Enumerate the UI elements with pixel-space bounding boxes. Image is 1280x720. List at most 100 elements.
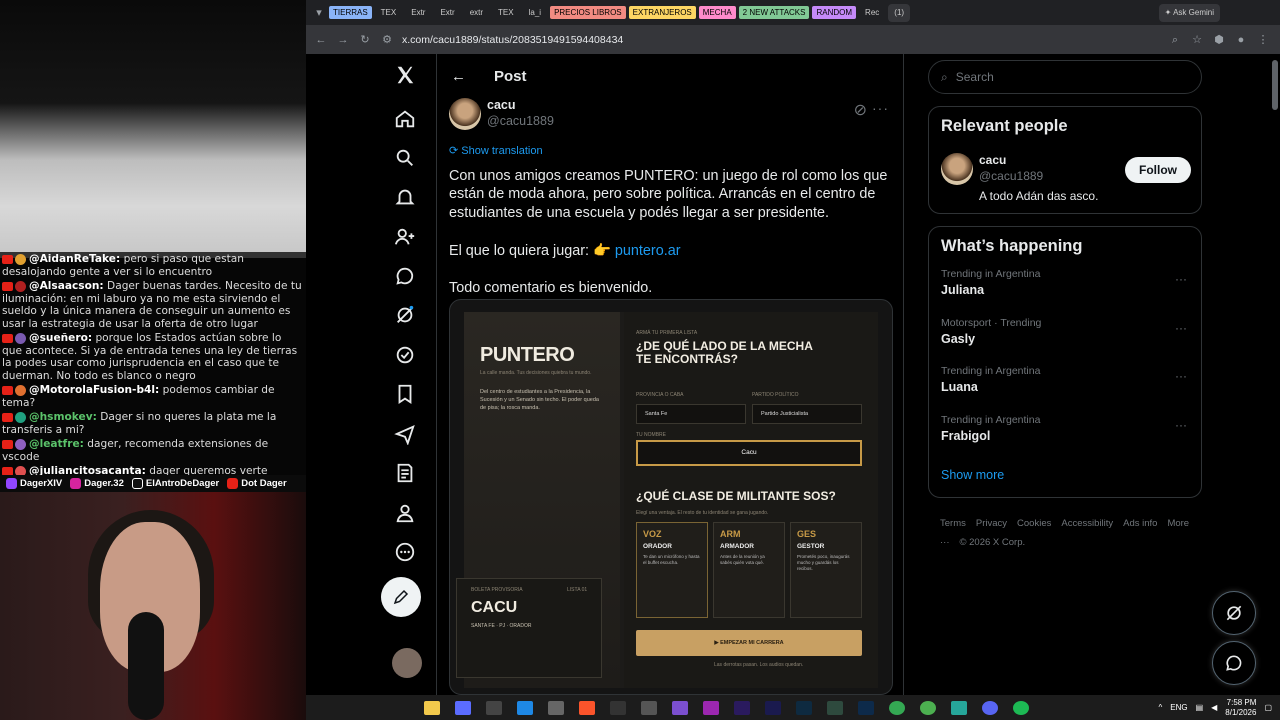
back-arrow-icon[interactable]: ←	[451, 68, 466, 85]
footer-link[interactable]: Cookies	[1017, 518, 1051, 529]
show-more-link[interactable]: Show more	[929, 458, 1201, 492]
footer-link[interactable]: Privacy	[976, 518, 1007, 529]
tray-chevron-icon[interactable]: ^	[1158, 703, 1162, 712]
app-icon[interactable]	[641, 700, 657, 715]
chrome-icon[interactable]	[920, 700, 936, 715]
tab-group-label[interactable]: MECHA	[698, 6, 736, 19]
trend-item[interactable]: Trending in Argentina Juliana ···	[929, 264, 1201, 313]
extension-icon[interactable]: ⬢	[1212, 33, 1226, 47]
footer-link[interactable]: Ads info	[1123, 518, 1157, 529]
messages-fab[interactable]	[1212, 641, 1256, 685]
menu-icon[interactable]: ⋮	[1256, 33, 1270, 47]
verified-icon[interactable]	[392, 342, 418, 368]
grok-fab[interactable]	[1212, 591, 1256, 635]
footer-link[interactable]: © 2026 X Corp.	[960, 537, 1026, 548]
browser-tab[interactable]: Extr	[405, 4, 431, 22]
messages-icon[interactable]	[392, 263, 418, 289]
author-handle[interactable]: @cacu1889	[487, 114, 554, 128]
back-icon[interactable]: ←	[314, 33, 328, 47]
post-image[interactable]: PUNTERO La calle manda. Tus decisiones q…	[449, 299, 893, 695]
notification-icon[interactable]: ▢	[1264, 703, 1272, 712]
url-field[interactable]: x.com/cacu1889/status/208351949159440843…	[402, 34, 623, 46]
home-icon[interactable]	[392, 106, 418, 132]
browser-tab[interactable]: TEX	[375, 4, 403, 22]
follow-button[interactable]: Follow	[1125, 157, 1191, 183]
reload-icon[interactable]: ↻	[358, 33, 372, 47]
tab-group-label[interactable]: RANDOM	[812, 6, 857, 19]
app-icon[interactable]	[703, 700, 719, 715]
trend-more-icon[interactable]: ···	[1175, 369, 1187, 383]
vscode-icon[interactable]	[517, 700, 533, 715]
trend-more-icon[interactable]: ···	[1175, 321, 1187, 335]
spotify-icon[interactable]	[1013, 700, 1029, 715]
browser-tab[interactable]: TEX	[492, 4, 520, 22]
profile-icon[interactable]: ●	[1234, 33, 1248, 47]
tab-group-label[interactable]: TIERRAS	[329, 6, 372, 19]
site-info-icon[interactable]: ⚙	[380, 33, 394, 47]
author-name[interactable]: cacu	[487, 98, 516, 112]
browser-tab[interactable]: Extr	[434, 4, 460, 22]
obs-icon[interactable]	[610, 700, 626, 715]
bookmark-star-icon[interactable]: ☆	[1190, 33, 1204, 47]
relevant-avatar[interactable]	[941, 153, 973, 185]
language-indicator[interactable]: ENG	[1170, 703, 1187, 712]
app-icon[interactable]	[951, 700, 967, 715]
footer-link[interactable]: Terms	[940, 518, 966, 529]
trend-item[interactable]: Motorsport · Trending Gasly ···	[929, 313, 1201, 362]
file-explorer-icon[interactable]	[424, 700, 440, 715]
tab-search-icon[interactable]: ▾	[312, 6, 326, 20]
browser-tab[interactable]: extr	[464, 4, 489, 22]
relevant-person[interactable]: cacu @cacu1889 A todo Adán das asco. Fol…	[929, 107, 1203, 203]
terminal-icon[interactable]	[486, 700, 502, 715]
visual-studio-icon[interactable]	[672, 700, 688, 715]
post-more-icon[interactable]: ···	[872, 100, 889, 116]
trend-more-icon[interactable]: ···	[1175, 272, 1187, 286]
explore-search-icon[interactable]	[392, 145, 418, 171]
app-icon[interactable]	[455, 700, 471, 715]
notifications-bell-icon[interactable]	[392, 184, 418, 210]
show-translation-link[interactable]: ⟳ Show translation	[449, 142, 897, 161]
browser-tab[interactable]: Rec	[859, 4, 885, 22]
footer-link[interactable]: Accessibility	[1061, 518, 1113, 529]
bookmarks-icon[interactable]	[392, 381, 418, 407]
game-link[interactable]: puntero.ar	[615, 243, 681, 259]
page-scrollbar[interactable]	[1272, 60, 1278, 110]
chrome-icon[interactable]	[889, 700, 905, 715]
tab-group-label[interactable]: PRECIOS LIBROS	[550, 6, 626, 19]
clock[interactable]: 7:58 PM 8/1/2026	[1225, 698, 1256, 718]
tab-group-label[interactable]: 2 NEW ATTACKS	[738, 6, 810, 19]
after-effects-icon[interactable]	[765, 700, 781, 715]
grok-explain-icon[interactable]: ⊘	[854, 100, 867, 120]
relevant-name[interactable]: cacu	[979, 153, 1006, 167]
account-avatar[interactable]	[392, 648, 422, 678]
author-avatar[interactable]	[449, 98, 481, 130]
trend-item[interactable]: Trending in Argentina Frabigol ···	[929, 410, 1201, 459]
brave-icon[interactable]	[579, 700, 595, 715]
network-icon[interactable]: ▤	[1196, 703, 1204, 712]
forward-icon[interactable]: →	[336, 33, 350, 47]
more-options-icon[interactable]	[392, 539, 418, 565]
tab-group-label[interactable]: EXTRANJEROS	[628, 6, 696, 19]
discord-icon[interactable]	[982, 700, 998, 715]
lightroom-icon[interactable]	[796, 700, 812, 715]
photoshop-icon[interactable]	[858, 700, 874, 715]
premiere-icon[interactable]	[734, 700, 750, 715]
search-input[interactable]: Search	[956, 70, 994, 84]
search-box[interactable]: ⌕ Search	[928, 60, 1202, 94]
app-icon[interactable]	[548, 700, 564, 715]
grok-send-icon[interactable]	[392, 421, 418, 447]
compose-post-button[interactable]	[381, 577, 421, 617]
x-logo-icon[interactable]	[392, 62, 418, 88]
grok-icon[interactable]	[392, 302, 418, 328]
volume-icon[interactable]: ◀	[1211, 703, 1217, 712]
articles-icon[interactable]	[392, 460, 418, 486]
profile-icon[interactable]	[392, 500, 418, 526]
trend-item[interactable]: Trending in Argentina Luana ···	[929, 361, 1201, 410]
browser-tab[interactable]: la_i	[523, 4, 547, 22]
trend-more-icon[interactable]: ···	[1175, 418, 1187, 432]
app-icon[interactable]	[827, 700, 843, 715]
follow-people-icon[interactable]	[392, 224, 418, 250]
zoom-icon[interactable]: ⌕	[1168, 33, 1182, 47]
ask-gemini-button[interactable]: ✦ Ask Gemini	[1158, 3, 1220, 22]
browser-tab[interactable]: (1)	[888, 3, 911, 22]
